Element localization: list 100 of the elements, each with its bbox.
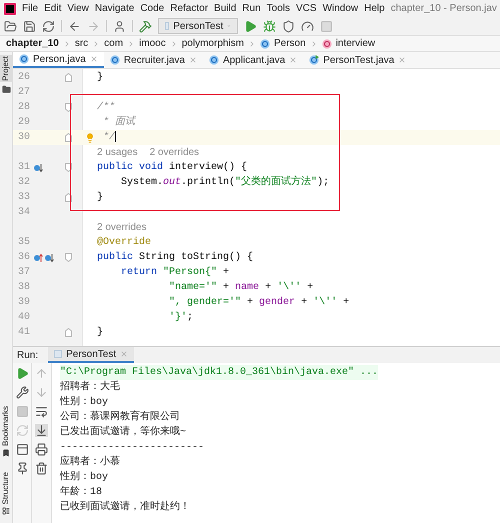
code-line: * 面试 <box>102 115 136 130</box>
code-line: "name='" + name + '\'' + <box>168 280 314 295</box>
breadcrumb-item[interactable]: imooc <box>139 36 166 51</box>
line-number: 37 <box>17 266 32 280</box>
console-output: ------------------------ <box>60 441 204 455</box>
save-icon[interactable] <box>23 20 36 32</box>
menu-item[interactable]: Build <box>214 1 236 16</box>
print-icon[interactable] <box>35 443 48 456</box>
class-icon <box>208 55 219 65</box>
console-output: 已发出面试邀请，等你来哦~ <box>60 425 186 440</box>
code-line: ", gender='" + gender + '\'' + <box>168 296 350 310</box>
code-line: @Override <box>97 236 152 250</box>
menu-item[interactable]: Tools <box>266 1 290 16</box>
line-number: 34 <box>17 206 32 220</box>
structure-tool-tab[interactable]: Structure <box>0 472 12 504</box>
line-number: 36 <box>17 251 32 265</box>
editor-tab[interactable]: Person.java <box>13 52 104 68</box>
menu-item[interactable]: Window <box>322 1 358 16</box>
run-icon[interactable] <box>244 20 257 32</box>
editor-tab[interactable]: PersonTest.java <box>303 52 412 68</box>
editor-tab[interactable]: Applicant.java <box>202 52 304 68</box>
layout-icon[interactable] <box>16 443 28 456</box>
class-icon <box>19 54 29 64</box>
app-logo-icon <box>4 2 16 14</box>
code-line: public void interview() { <box>97 160 248 175</box>
code-line: } <box>97 326 104 340</box>
line-number: 30 <box>17 131 32 145</box>
structure-icon <box>2 507 10 515</box>
line-number: 26 <box>17 71 32 85</box>
code-line: } <box>97 70 104 85</box>
soft-wrap-icon[interactable] <box>35 405 48 418</box>
run-tab[interactable]: PersonTest <box>48 347 134 363</box>
user-icon[interactable] <box>113 20 126 32</box>
menu-item[interactable]: Code <box>140 1 164 16</box>
fold-marker-icon[interactable] <box>65 73 72 82</box>
line-number: 32 <box>17 176 32 190</box>
project-tool-tab[interactable]: Project <box>0 55 12 82</box>
wrench-icon[interactable] <box>16 386 28 399</box>
line-number: 29 <box>17 116 32 130</box>
console-command: "C:\Program Files\Java\jdk1.8.0_361\bin\java.exe" ... <box>60 365 378 380</box>
menu-item[interactable]: Help <box>364 1 385 16</box>
bookmarks-tool-tab[interactable]: Bookmarks <box>0 406 12 446</box>
line-number: 28 <box>17 101 32 115</box>
breadcrumb-item[interactable]: com <box>104 36 124 51</box>
scroll-to-end-icon[interactable] <box>35 424 48 437</box>
console-output: 应聘者：小慕 <box>60 455 120 470</box>
editor-tab[interactable]: Recruiter.java <box>104 52 203 68</box>
code-line: */ <box>102 130 116 145</box>
build-icon[interactable] <box>139 20 152 32</box>
menu-item[interactable]: View <box>67 1 89 16</box>
fold-marker-icon[interactable] <box>65 253 72 262</box>
class-icon <box>110 55 120 65</box>
pin-icon[interactable] <box>16 462 28 475</box>
implemented-down-icon[interactable] <box>33 162 43 172</box>
implemented-down-icon[interactable] <box>44 252 54 262</box>
run-config-dropdown[interactable]: PersonTest <box>158 18 238 34</box>
menu-item[interactable]: Edit <box>44 1 62 16</box>
console-output: 公司：慕课网教育有限公司 <box>60 410 180 425</box>
line-number: 41 <box>17 326 32 340</box>
menu-item[interactable]: Refactor <box>170 1 208 16</box>
breadcrumb-item[interactable]: interview <box>336 36 376 51</box>
menu-item[interactable]: Run <box>242 1 261 16</box>
folder-icon <box>2 84 10 94</box>
debug-icon[interactable] <box>263 20 276 32</box>
back-icon[interactable] <box>68 20 81 32</box>
line-number: 35 <box>17 236 32 250</box>
console-output: 已收到面试邀请，准时赴约！ <box>60 500 190 515</box>
console-output: 年龄：18 <box>60 485 102 500</box>
class-icon <box>260 38 270 48</box>
profiler-icon[interactable] <box>301 20 314 32</box>
close-icon[interactable] <box>90 55 98 63</box>
code-line: return "Person{" + <box>120 266 230 280</box>
fold-marker-icon[interactable] <box>65 328 72 337</box>
config-icon <box>165 22 170 30</box>
restart-icon[interactable] <box>16 424 28 437</box>
code-line: /** <box>97 100 116 115</box>
line-number: 31 <box>17 161 32 175</box>
trash-icon[interactable] <box>35 462 48 475</box>
bookmark-icon <box>2 448 10 457</box>
open-folder-icon[interactable] <box>4 20 17 32</box>
rerun-icon[interactable] <box>16 367 28 380</box>
line-number: 40 <box>17 311 32 325</box>
override-up-icon[interactable] <box>33 252 43 262</box>
sync-icon[interactable] <box>42 20 55 32</box>
line-number: 39 <box>17 296 32 310</box>
line-number: 27 <box>17 86 32 100</box>
menu-item[interactable]: Navigate <box>94 1 134 16</box>
breadcrumb-item[interactable]: Person <box>274 36 306 51</box>
breadcrumb-item[interactable]: polymorphism <box>182 36 244 51</box>
coverage-icon[interactable] <box>282 20 295 32</box>
breadcrumb-item[interactable]: chapter_10 <box>6 36 59 51</box>
code-line: System.out.println("父类的面试方法"); <box>120 175 330 190</box>
code-line: '}'; <box>168 310 194 325</box>
menu-item[interactable]: VCS <box>296 1 317 16</box>
menu-item[interactable]: File <box>22 1 38 16</box>
class-icon <box>309 55 320 65</box>
line-number: 33 <box>17 191 32 205</box>
config-icon <box>54 350 62 358</box>
breadcrumb-item[interactable]: src <box>74 36 88 51</box>
console-output: 性别：boy <box>60 470 108 485</box>
